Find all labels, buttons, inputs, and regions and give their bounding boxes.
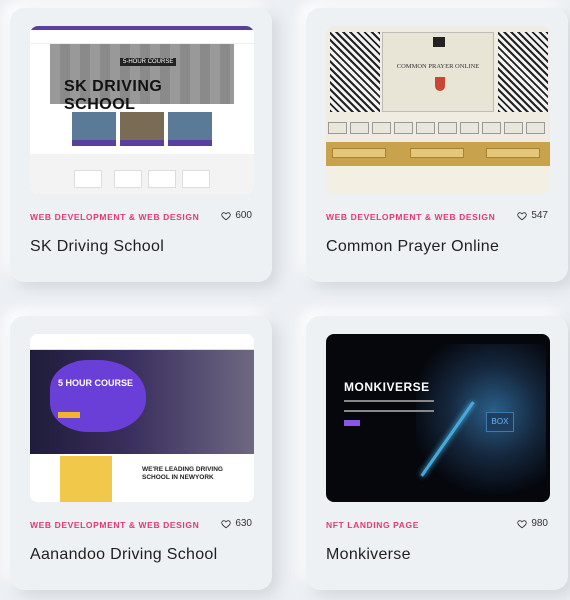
thumb-center-panel: COMMON PRAYER ONLINE: [382, 32, 494, 112]
project-thumbnail[interactable]: COMMON PRAYER ONLINE: [326, 26, 550, 194]
thumb-gold-bar: [326, 142, 550, 166]
thumb-cars: [72, 112, 212, 146]
heart-outline-icon: [221, 211, 231, 220]
thumb-glow: [416, 344, 546, 494]
thumb-heading: COMMON PRAYER ONLINE: [396, 63, 480, 70]
like-counter[interactable]: 980: [517, 518, 548, 529]
heart-outline-icon: [517, 211, 527, 220]
thumb-band: [30, 154, 254, 194]
shield-icon: [435, 77, 445, 91]
project-title[interactable]: Common Prayer Online: [326, 238, 499, 256]
thumb-art-left: [330, 32, 380, 112]
thumb-lower: WE'RE LEADING DRIVING SCHOOL IN NEWYORK: [30, 454, 254, 502]
like-counter[interactable]: 600: [221, 210, 252, 221]
like-counter[interactable]: 630: [221, 518, 252, 529]
project-title[interactable]: Aanandoo Driving School: [30, 546, 217, 564]
thumb-hero-button: [58, 412, 80, 418]
project-title[interactable]: Monkiverse: [326, 546, 411, 564]
heart-outline-icon: [517, 519, 527, 528]
thumb-tabs: [328, 122, 545, 134]
project-card-sk-driving-school[interactable]: 5-HOUR COURSE SK DRIVING SCHOOL WEB DEVE…: [10, 8, 272, 282]
thumb-hero: 5-HOUR COURSE SK DRIVING SCHOOL: [50, 44, 234, 113]
project-category: WEB DEVELOPMENT & WEB DESIGN: [30, 212, 200, 222]
project-title[interactable]: SK Driving School: [30, 238, 164, 256]
project-thumbnail[interactable]: 5-HOUR COURSE SK DRIVING SCHOOL: [30, 26, 254, 194]
project-card-aanandoo-driving-school[interactable]: 5 HOUR COURSE WE'RE LEADING DRIVING SCHO…: [10, 316, 272, 590]
thumb-footer: [326, 166, 550, 194]
thumb-art-right: [498, 32, 548, 112]
thumb-hero-text: SK DRIVING SCHOOL: [64, 78, 163, 113]
like-count: 547: [531, 210, 548, 221]
thumb-nav: [30, 334, 254, 350]
book-icon: [433, 37, 445, 47]
project-thumbnail[interactable]: 5 HOUR COURSE WE'RE LEADING DRIVING SCHO…: [30, 334, 254, 502]
thumb-photo: [60, 456, 112, 502]
thumb-lower-text: WE'RE LEADING DRIVING SCHOOL IN NEWYORK: [142, 466, 223, 481]
thumb-badge: 5-HOUR COURSE: [120, 58, 177, 66]
thumb-nav: [30, 30, 254, 44]
thumb-box-sign: BOX: [486, 412, 514, 432]
like-count: 600: [235, 210, 252, 221]
heart-outline-icon: [221, 519, 231, 528]
project-category: WEB DEVELOPMENT & WEB DESIGN: [30, 520, 200, 530]
thumb-logo: MONKIVERSE: [344, 380, 430, 394]
like-count: 630: [235, 518, 252, 529]
thumb-hero-text: 5 HOUR COURSE: [58, 378, 134, 388]
project-card-common-prayer-online[interactable]: COMMON PRAYER ONLINE WEB DEVELOPMENT & W…: [306, 8, 568, 282]
project-category: WEB DEVELOPMENT & WEB DESIGN: [326, 212, 496, 222]
thumb-button: [344, 420, 360, 426]
thumb-hero-blob: 5 HOUR COURSE: [50, 360, 146, 432]
like-count: 980: [531, 518, 548, 529]
like-counter[interactable]: 547: [517, 210, 548, 221]
thumb-description: [344, 400, 434, 412]
project-category: NFT LANDING PAGE: [326, 520, 420, 530]
project-card-monkiverse[interactable]: BOX MONKIVERSE NFT LANDING PAGE 980 Monk…: [306, 316, 568, 590]
project-thumbnail[interactable]: BOX MONKIVERSE: [326, 334, 550, 502]
